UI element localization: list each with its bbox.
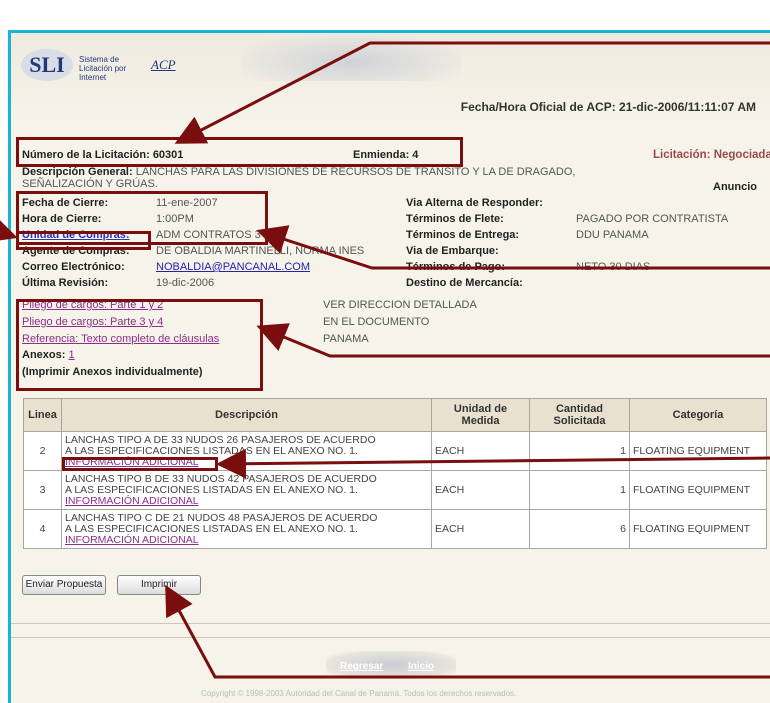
arrow-to-documentos	[256, 323, 770, 358]
arrow-to-imprimir	[165, 584, 770, 679]
arrow-to-unidad	[0, 214, 18, 243]
arrow-to-fechas	[256, 225, 770, 270]
annotation-arrows	[0, 41, 770, 679]
arrow-to-licitacion	[174, 41, 770, 144]
arrow-to-info-adicional	[216, 448, 770, 479]
